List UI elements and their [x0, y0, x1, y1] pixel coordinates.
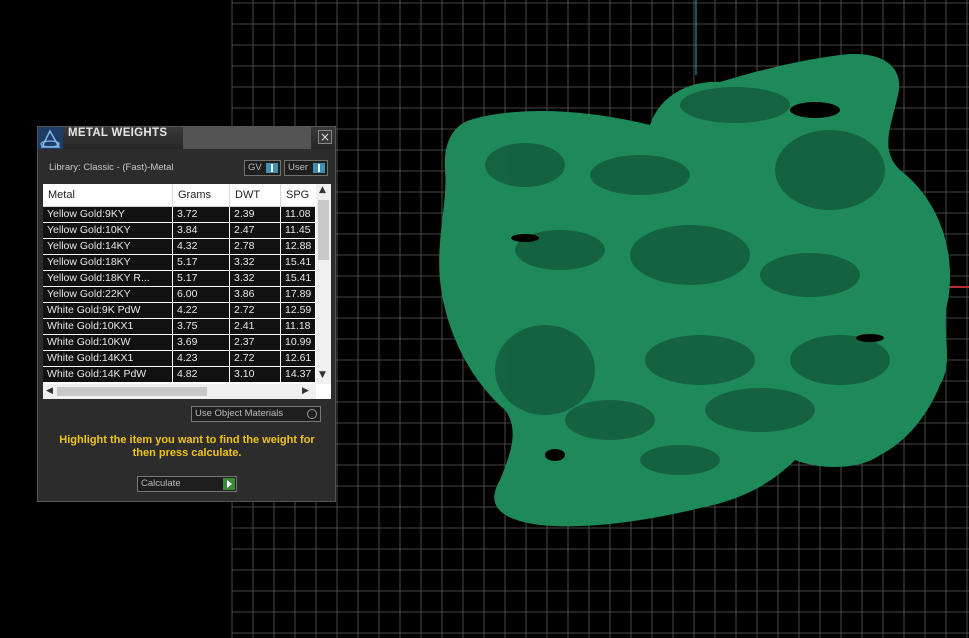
column-header-metal[interactable]: Metal — [43, 184, 173, 206]
column-header-spg[interactable]: SPG — [281, 184, 321, 206]
dwt-cell: 2.37 — [230, 335, 281, 350]
grams-cell: 3.84 — [173, 223, 230, 238]
library-label: Library: Classic - (Fast)-Metal — [49, 162, 174, 173]
spg-cell: 14.37 — [281, 367, 321, 382]
grams-cell: 6.00 — [173, 287, 230, 302]
close-icon[interactable]: × — [318, 130, 332, 144]
column-header-dwt[interactable]: DWT — [230, 184, 281, 206]
table-row[interactable]: Yellow Gold:18KY R... 5.17 3.32 15.41 — [43, 271, 321, 287]
radio-icon[interactable] — [307, 409, 317, 419]
spg-cell: 15.41 — [281, 271, 321, 286]
jewelry-model[interactable] — [439, 54, 951, 527]
app-logo-icon — [38, 127, 63, 149]
table-header: Metal Grams DWT SPG — [43, 184, 321, 207]
spg-cell: 12.61 — [281, 351, 321, 366]
instruction-text: Highlight the item you want to find the … — [59, 434, 315, 459]
grams-cell: 4.23 — [173, 351, 230, 366]
dialog-titlebar[interactable]: METAL WEIGHTS × — [38, 127, 335, 149]
grams-cell: 3.72 — [173, 207, 230, 222]
metal-cell: Yellow Gold:18KY R... — [43, 271, 173, 286]
table-row[interactable]: Yellow Gold:18KY 5.17 3.32 15.41 — [43, 255, 321, 271]
metal-cell: White Gold:10KW — [43, 335, 173, 350]
metal-cell: White Gold:14K PdW — [43, 367, 173, 382]
spg-cell: 11.08 — [281, 207, 321, 222]
grams-cell: 3.75 — [173, 319, 230, 334]
toggle-switch-icon — [313, 163, 325, 173]
spg-cell: 11.45 — [281, 223, 321, 238]
scroll-left-icon[interactable]: ◀ — [46, 386, 53, 396]
table-row[interactable]: Yellow Gold:22KY 6.00 3.86 17.89 — [43, 287, 321, 303]
dwt-cell: 3.86 — [230, 287, 281, 302]
dialog-title: METAL WEIGHTS — [68, 127, 168, 139]
dwt-cell: 2.72 — [230, 351, 281, 366]
metal-weights-dialog: METAL WEIGHTS × Library: Classic - (Fast… — [37, 126, 336, 502]
dwt-cell: 2.78 — [230, 239, 281, 254]
grams-cell: 3.69 — [173, 335, 230, 350]
table-row[interactable]: Yellow Gold:9KY 3.72 2.39 11.08 — [43, 207, 321, 223]
dwt-cell: 2.39 — [230, 207, 281, 222]
dwt-cell: 2.47 — [230, 223, 281, 238]
user-toggle-label: User — [288, 162, 309, 173]
table-row[interactable]: Yellow Gold:10KY 3.84 2.47 11.45 — [43, 223, 321, 239]
metal-cell: White Gold:10KX1 — [43, 319, 173, 334]
calculate-label: Calculate — [141, 478, 181, 489]
grams-cell: 5.17 — [173, 255, 230, 270]
dwt-cell: 2.72 — [230, 303, 281, 318]
play-icon — [223, 478, 235, 490]
vertical-scroll-thumb[interactable] — [318, 200, 329, 260]
use-object-materials-option[interactable]: Use Object Materials — [191, 406, 321, 422]
user-toggle[interactable]: User — [284, 160, 328, 176]
dwt-cell: 3.10 — [230, 367, 281, 382]
dwt-cell: 2.41 — [230, 319, 281, 334]
gv-toggle-label: GV — [248, 162, 262, 173]
metal-cell: White Gold:14KX1 — [43, 351, 173, 366]
table-row[interactable]: White Gold:14K PdW 4.82 3.10 14.37 — [43, 367, 321, 383]
dwt-cell: 3.32 — [230, 255, 281, 270]
scroll-up-icon[interactable]: ▲ — [319, 185, 326, 195]
spg-cell: 10.99 — [281, 335, 321, 350]
metal-cell: Yellow Gold:10KY — [43, 223, 173, 238]
grams-cell: 4.32 — [173, 239, 230, 254]
spg-cell: 15.41 — [281, 255, 321, 270]
spg-cell: 11.18 — [281, 319, 321, 334]
spg-cell: 12.59 — [281, 303, 321, 318]
scroll-down-icon[interactable]: ▼ — [319, 370, 326, 380]
metal-cell: Yellow Gold:18KY — [43, 255, 173, 270]
table-row[interactable]: White Gold:14KX1 4.23 2.72 12.61 — [43, 351, 321, 367]
table-row[interactable]: White Gold:10KW 3.69 2.37 10.99 — [43, 335, 321, 351]
spg-cell: 12.88 — [281, 239, 321, 254]
table-row[interactable]: White Gold:10KX1 3.75 2.41 11.18 — [43, 319, 321, 335]
vertical-scrollbar[interactable]: ▲ ▼ — [316, 184, 331, 384]
titlebar-fill — [183, 127, 311, 149]
metal-table: Metal Grams DWT SPG Yellow Gold:9KY 3.72 2… — [43, 184, 331, 399]
gv-toggle[interactable]: GV — [244, 160, 281, 176]
metal-cell: White Gold:9K PdW — [43, 303, 173, 318]
toggle-switch-icon — [266, 163, 278, 173]
dwt-cell: 3.32 — [230, 271, 281, 286]
table-row[interactable]: White Gold:9K PdW 4.22 2.72 12.59 — [43, 303, 321, 319]
metal-cell: Yellow Gold:14KY — [43, 239, 173, 254]
grams-cell: 4.82 — [173, 367, 230, 382]
grams-cell: 4.22 — [173, 303, 230, 318]
spg-cell: 17.89 — [281, 287, 321, 302]
horizontal-scroll-thumb[interactable] — [57, 387, 207, 396]
use-object-materials-label: Use Object Materials — [195, 408, 284, 419]
calculate-button[interactable]: Calculate — [137, 476, 237, 492]
table-row[interactable]: Yellow Gold:14KY 4.32 2.78 12.88 — [43, 239, 321, 255]
column-header-grams[interactable]: Grams — [173, 184, 230, 206]
grams-cell: 5.17 — [173, 271, 230, 286]
horizontal-scrollbar[interactable]: ◀ ▶ — [43, 384, 316, 399]
scroll-right-icon[interactable]: ▶ — [302, 386, 309, 396]
metal-cell: Yellow Gold:22KY — [43, 287, 173, 302]
metal-cell: Yellow Gold:9KY — [43, 207, 173, 222]
